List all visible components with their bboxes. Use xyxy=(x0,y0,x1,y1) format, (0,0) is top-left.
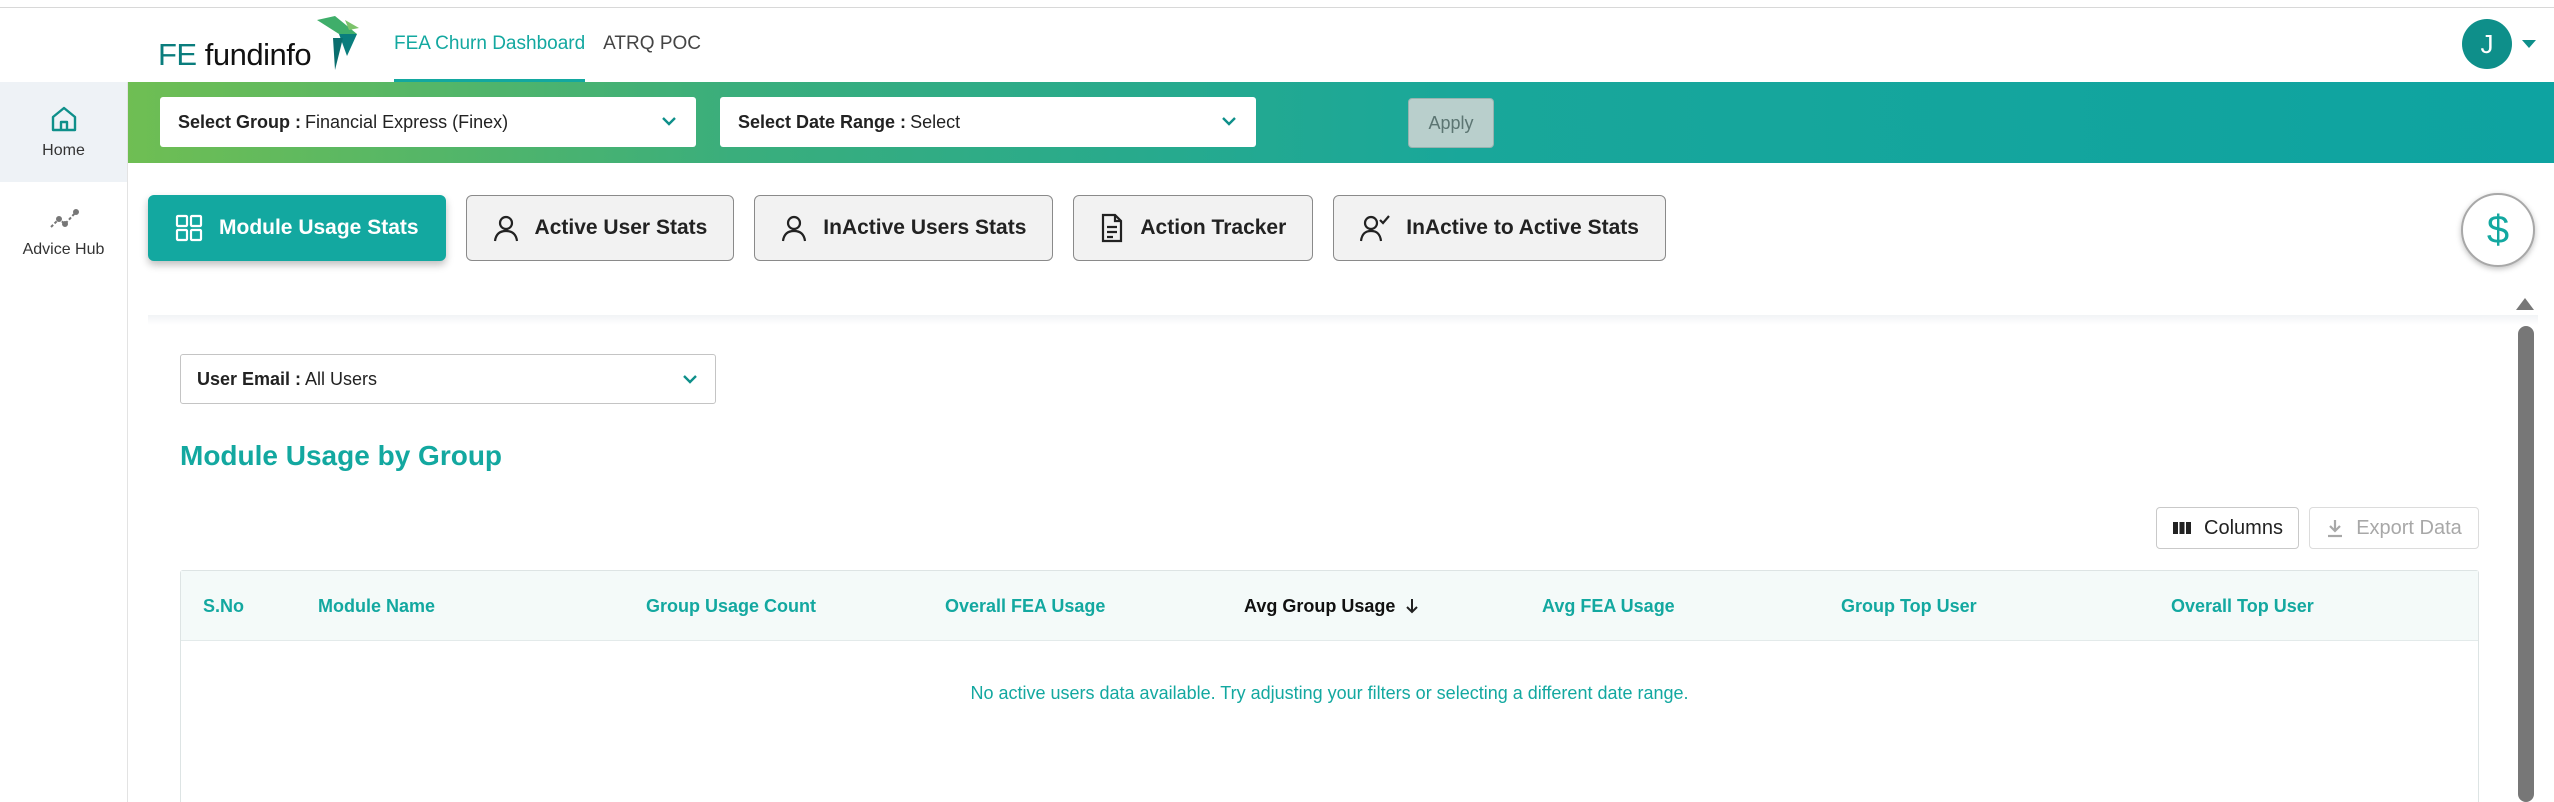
sidebar-item-label: Home xyxy=(42,142,85,159)
home-icon xyxy=(51,106,76,132)
user-check-icon xyxy=(1360,215,1391,242)
column-header-sno[interactable]: S.No xyxy=(203,571,244,641)
download-icon xyxy=(2328,520,2343,538)
user-email-dropdown[interactable]: User Email : All Users xyxy=(180,354,716,404)
tab-module-usage-stats[interactable]: Module Usage Stats xyxy=(148,195,446,261)
chevron-down-icon xyxy=(1222,117,1236,126)
stats-tabs: Module Usage Stats Active User Stats InA… xyxy=(148,195,1686,261)
sidebar-item-label: Advice Hub xyxy=(22,241,105,258)
chevron-down-icon xyxy=(662,117,676,126)
apply-button[interactable]: Apply xyxy=(1408,98,1494,148)
app-header: FE fundinfo FEA Churn Dashboard ATRQ POC… xyxy=(0,8,2554,82)
chevron-down-icon xyxy=(683,375,697,384)
logo-mark-icon xyxy=(317,16,360,70)
advice-hub-icon xyxy=(49,209,79,228)
tab-inactive-to-active-stats[interactable]: InActive to Active Stats xyxy=(1333,195,1666,261)
column-header-overall-top-user[interactable]: Overall Top User xyxy=(2171,571,2314,641)
column-header-group-top-user[interactable]: Group Top User xyxy=(1841,571,1977,641)
dollar-button[interactable]: $ xyxy=(2461,193,2535,267)
column-header-group-usage-count[interactable]: Group Usage Count xyxy=(646,571,816,641)
avatar[interactable]: J xyxy=(2462,19,2512,69)
scrollbar-thumb[interactable] xyxy=(2518,326,2534,802)
user-icon xyxy=(493,215,518,242)
fe-fundinfo-logo[interactable]: FE fundinfo xyxy=(158,16,361,74)
sidebar-item-advice-hub[interactable]: Advice Hub xyxy=(0,182,127,282)
column-header-module-name[interactable]: Module Name xyxy=(318,571,435,641)
app-root: FE fundinfo FEA Churn Dashboard ATRQ POC… xyxy=(0,0,2554,802)
nav-atrq-poc[interactable]: ATRQ POC xyxy=(603,8,701,82)
empty-table-message: No active users data available. Try adju… xyxy=(970,683,1689,703)
select-group-dropdown[interactable]: Select Group : Financial Express (Finex) xyxy=(160,97,696,147)
module-usage-table: S.No Module Name Group Usage Count Overa… xyxy=(180,570,2479,802)
user-icon xyxy=(782,215,807,242)
table-header-row: S.No Module Name Group Usage Count Overa… xyxy=(181,571,2478,641)
tab-active-user-stats[interactable]: Active User Stats xyxy=(465,195,735,261)
column-header-avg-group-usage[interactable]: Avg Group Usage xyxy=(1244,571,1419,641)
columns-icon xyxy=(2173,522,2192,534)
scrollbar-up-arrow[interactable] xyxy=(2516,298,2534,310)
column-header-overall-fea-usage[interactable]: Overall FEA Usage xyxy=(945,571,1105,641)
export-data-button[interactable]: Export Data xyxy=(2309,507,2479,549)
user-menu[interactable]: J xyxy=(2462,19,2536,69)
tab-inactive-users-stats[interactable]: InActive Users Stats xyxy=(754,195,1054,261)
section-title: Module Usage by Group xyxy=(180,440,503,471)
filter-bar: Select Group : Financial Express (Finex) … xyxy=(128,82,2554,163)
select-date-range-dropdown[interactable]: Select Date Range : Select xyxy=(720,97,1256,147)
browser-top-strip xyxy=(0,0,2554,8)
columns-button[interactable]: Columns xyxy=(2156,507,2299,549)
top-nav: FEA Churn Dashboard ATRQ POC xyxy=(394,8,719,82)
sort-down-arrow-icon xyxy=(1406,599,1419,614)
sidebar: Home Advice Hub xyxy=(0,82,128,802)
column-header-avg-fea-usage[interactable]: Avg FEA Usage xyxy=(1542,571,1675,641)
logo-text: FE fundinfo xyxy=(158,37,312,72)
nav-fea-churn-dashboard[interactable]: FEA Churn Dashboard xyxy=(394,8,586,82)
sidebar-item-home[interactable]: Home xyxy=(0,82,127,182)
section-divider xyxy=(148,315,2538,325)
tab-action-tracker[interactable]: Action Tracker xyxy=(1073,195,1314,261)
grid-icon xyxy=(175,214,203,242)
chevron-down-icon[interactable] xyxy=(2522,40,2536,48)
document-icon xyxy=(1102,213,1123,243)
